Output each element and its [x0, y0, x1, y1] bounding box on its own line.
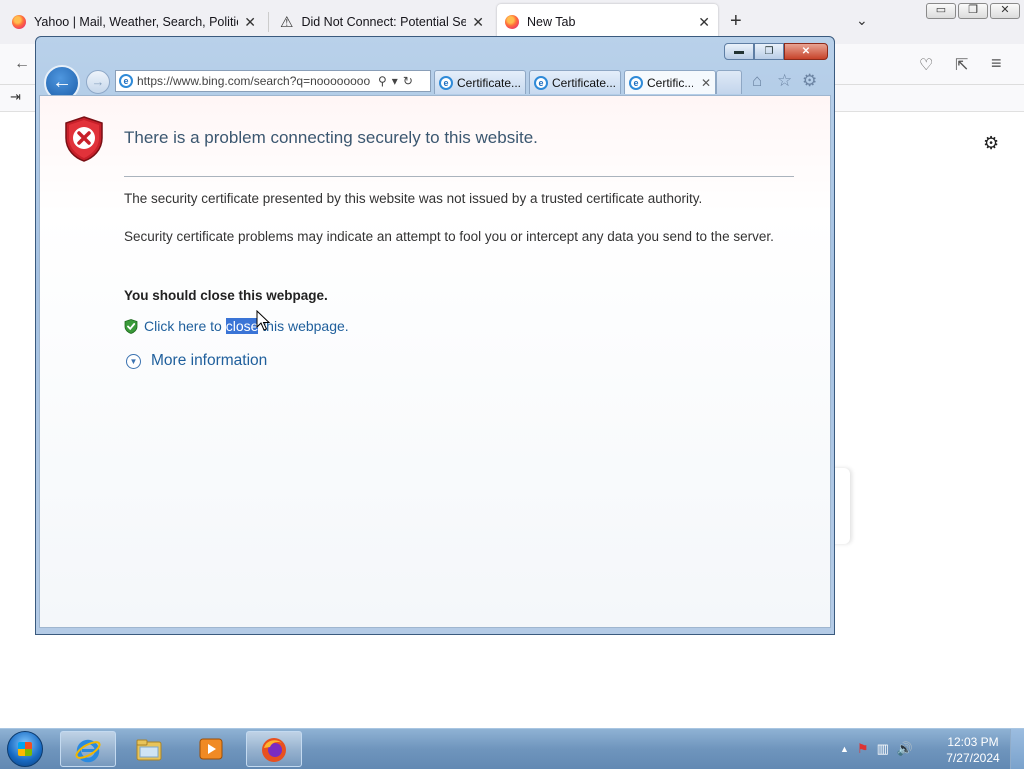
taskbar: ▲ ⚑ ▥ 🔊 12:03 PM 7/27/2024 [0, 728, 1024, 769]
firefox-icon [262, 738, 286, 762]
ie-address-bar[interactable]: e https://www.bing.com/search?q=nooooooo… [115, 70, 431, 92]
clock-time: 12:03 PM [947, 735, 999, 749]
clock[interactable]: 12:03 PM 7/27/2024 [940, 734, 1006, 766]
refresh-icon[interactable]: ↻ [403, 74, 413, 88]
taskbar-media-player-button[interactable] [184, 731, 240, 767]
extensions-icon[interactable]: ⇱ [955, 55, 968, 75]
back-icon[interactable]: ← [14, 55, 30, 73]
close-link-prefix[interactable]: Click here to [144, 318, 226, 334]
ie-page-icon: e [119, 74, 133, 88]
taskbar-explorer-button[interactable] [122, 731, 178, 767]
address-dropdown-icon[interactable]: ▾ [392, 74, 398, 88]
ie-close-button[interactable]: ✕ [784, 43, 828, 60]
divider [124, 176, 794, 177]
ie-tab-label: Certificate... [457, 75, 521, 90]
restore-button[interactable]: ❐ [958, 3, 988, 19]
ie-minimize-button[interactable]: ▬ [724, 43, 754, 60]
close-webpage-link[interactable]: Click here to close this webpage. [124, 318, 349, 334]
search-icon[interactable]: ⚲ [378, 74, 387, 88]
ie-caption-buttons: ▬ ❐ ✕ [724, 43, 828, 60]
ie-tab-certificate-active[interactable]: e Certific... ✕ [624, 70, 716, 94]
firefox-tab-new-tab[interactable]: New Tab ✕ [497, 4, 718, 40]
list-all-tabs-icon[interactable]: ⌄ [856, 12, 868, 29]
ie-restore-button[interactable]: ❐ [754, 43, 784, 60]
warning-icon: ⚠ [280, 14, 294, 31]
settings-gear-icon[interactable]: ⚙ [983, 133, 999, 154]
show-desktop-button[interactable] [1010, 729, 1024, 769]
tab-label: New Tab [527, 15, 576, 29]
tab-close-icon[interactable]: ✕ [244, 14, 256, 31]
ie-tab-close-icon[interactable]: ✕ [701, 76, 711, 90]
close-link-suffix[interactable]: this webpage. [258, 318, 348, 334]
home-icon[interactable]: ⌂ [752, 71, 762, 91]
more-information-label[interactable]: More information [151, 352, 267, 370]
ie-url-text[interactable]: https://www.bing.com/search?q=noooooooo [137, 74, 373, 88]
tab-label: Did Not Connect: Potential Security Issu… [301, 15, 467, 29]
firefox-tab-yahoo[interactable]: Yahoo | Mail, Weather, Search, Politics … [4, 4, 264, 40]
network-icon[interactable]: ▥ [877, 741, 889, 757]
ie-error-page: There is a problem connecting securely t… [39, 95, 831, 628]
tools-gear-icon[interactable]: ⚙ [802, 71, 817, 91]
ie-tab-certificate-2[interactable]: e Certificate... [529, 70, 621, 94]
more-information-toggle[interactable]: ▼ More information [126, 352, 267, 370]
ie-tab-label: Certificate... [552, 75, 616, 90]
minimize-button[interactable]: ▭ [926, 3, 956, 19]
mouse-cursor-icon [256, 310, 270, 331]
start-button[interactable] [7, 731, 43, 767]
show-hidden-icons[interactable]: ▲ [840, 744, 849, 754]
folder-icon [136, 739, 162, 761]
close-link-selected-word[interactable]: close [225, 318, 259, 334]
error-shield-icon [65, 116, 103, 162]
firefox-favicon-icon [12, 15, 26, 29]
ie-tab-icon: e [629, 75, 643, 90]
ie-forward-button[interactable]: → [86, 70, 110, 94]
ie-tab-icon: e [439, 75, 453, 90]
media-player-icon [199, 738, 223, 760]
taskbar-firefox-button[interactable] [246, 731, 302, 767]
new-tab-icon[interactable]: + [730, 10, 742, 33]
volume-icon[interactable]: 🔊 [897, 741, 913, 757]
firefox-tab-did-not-connect[interactable]: ⚠ Did Not Connect: Potential Security Is… [272, 4, 492, 40]
internet-explorer-icon [75, 739, 101, 763]
close-recommendation: You should close this webpage. [124, 288, 328, 303]
favorites-icon[interactable]: ☆ [777, 71, 792, 91]
ie-tab-icon: e [534, 75, 548, 90]
menu-icon[interactable]: ≡ [991, 53, 1002, 74]
error-line-untrusted-ca: The security certificate presented by th… [124, 191, 703, 206]
tab-close-icon[interactable]: ✕ [698, 14, 710, 31]
tab-separator [268, 12, 269, 32]
ie-tab-label: Certific... [647, 75, 693, 90]
green-shield-check-icon [124, 318, 138, 334]
ie-tab-certificate-1[interactable]: e Certificate... [434, 70, 526, 94]
action-center-icon[interactable]: ⚑ [857, 741, 869, 757]
ie-new-tab-button[interactable] [716, 70, 742, 94]
system-tray: ▲ ⚑ ▥ 🔊 [840, 729, 921, 769]
expand-chevron-icon: ▼ [126, 353, 141, 369]
firefox-favicon-icon [505, 15, 519, 29]
error-title: There is a problem connecting securely t… [124, 128, 538, 147]
taskbar-ie-button[interactable] [60, 731, 116, 767]
tab-label: Yahoo | Mail, Weather, Search, Politics [34, 15, 239, 29]
import-bookmarks-icon[interactable]: ⇥ [10, 89, 21, 105]
error-line-warning: Security certificate problems may indica… [124, 229, 774, 244]
close-button[interactable]: ✕ [990, 3, 1020, 19]
ie-window: ▬ ❐ ✕ ← → e https://www.bing.com/search?… [35, 36, 835, 635]
pocket-icon[interactable]: ♡ [919, 55, 933, 75]
clock-date: 7/27/2024 [946, 751, 1000, 765]
tab-close-icon[interactable]: ✕ [472, 14, 484, 31]
